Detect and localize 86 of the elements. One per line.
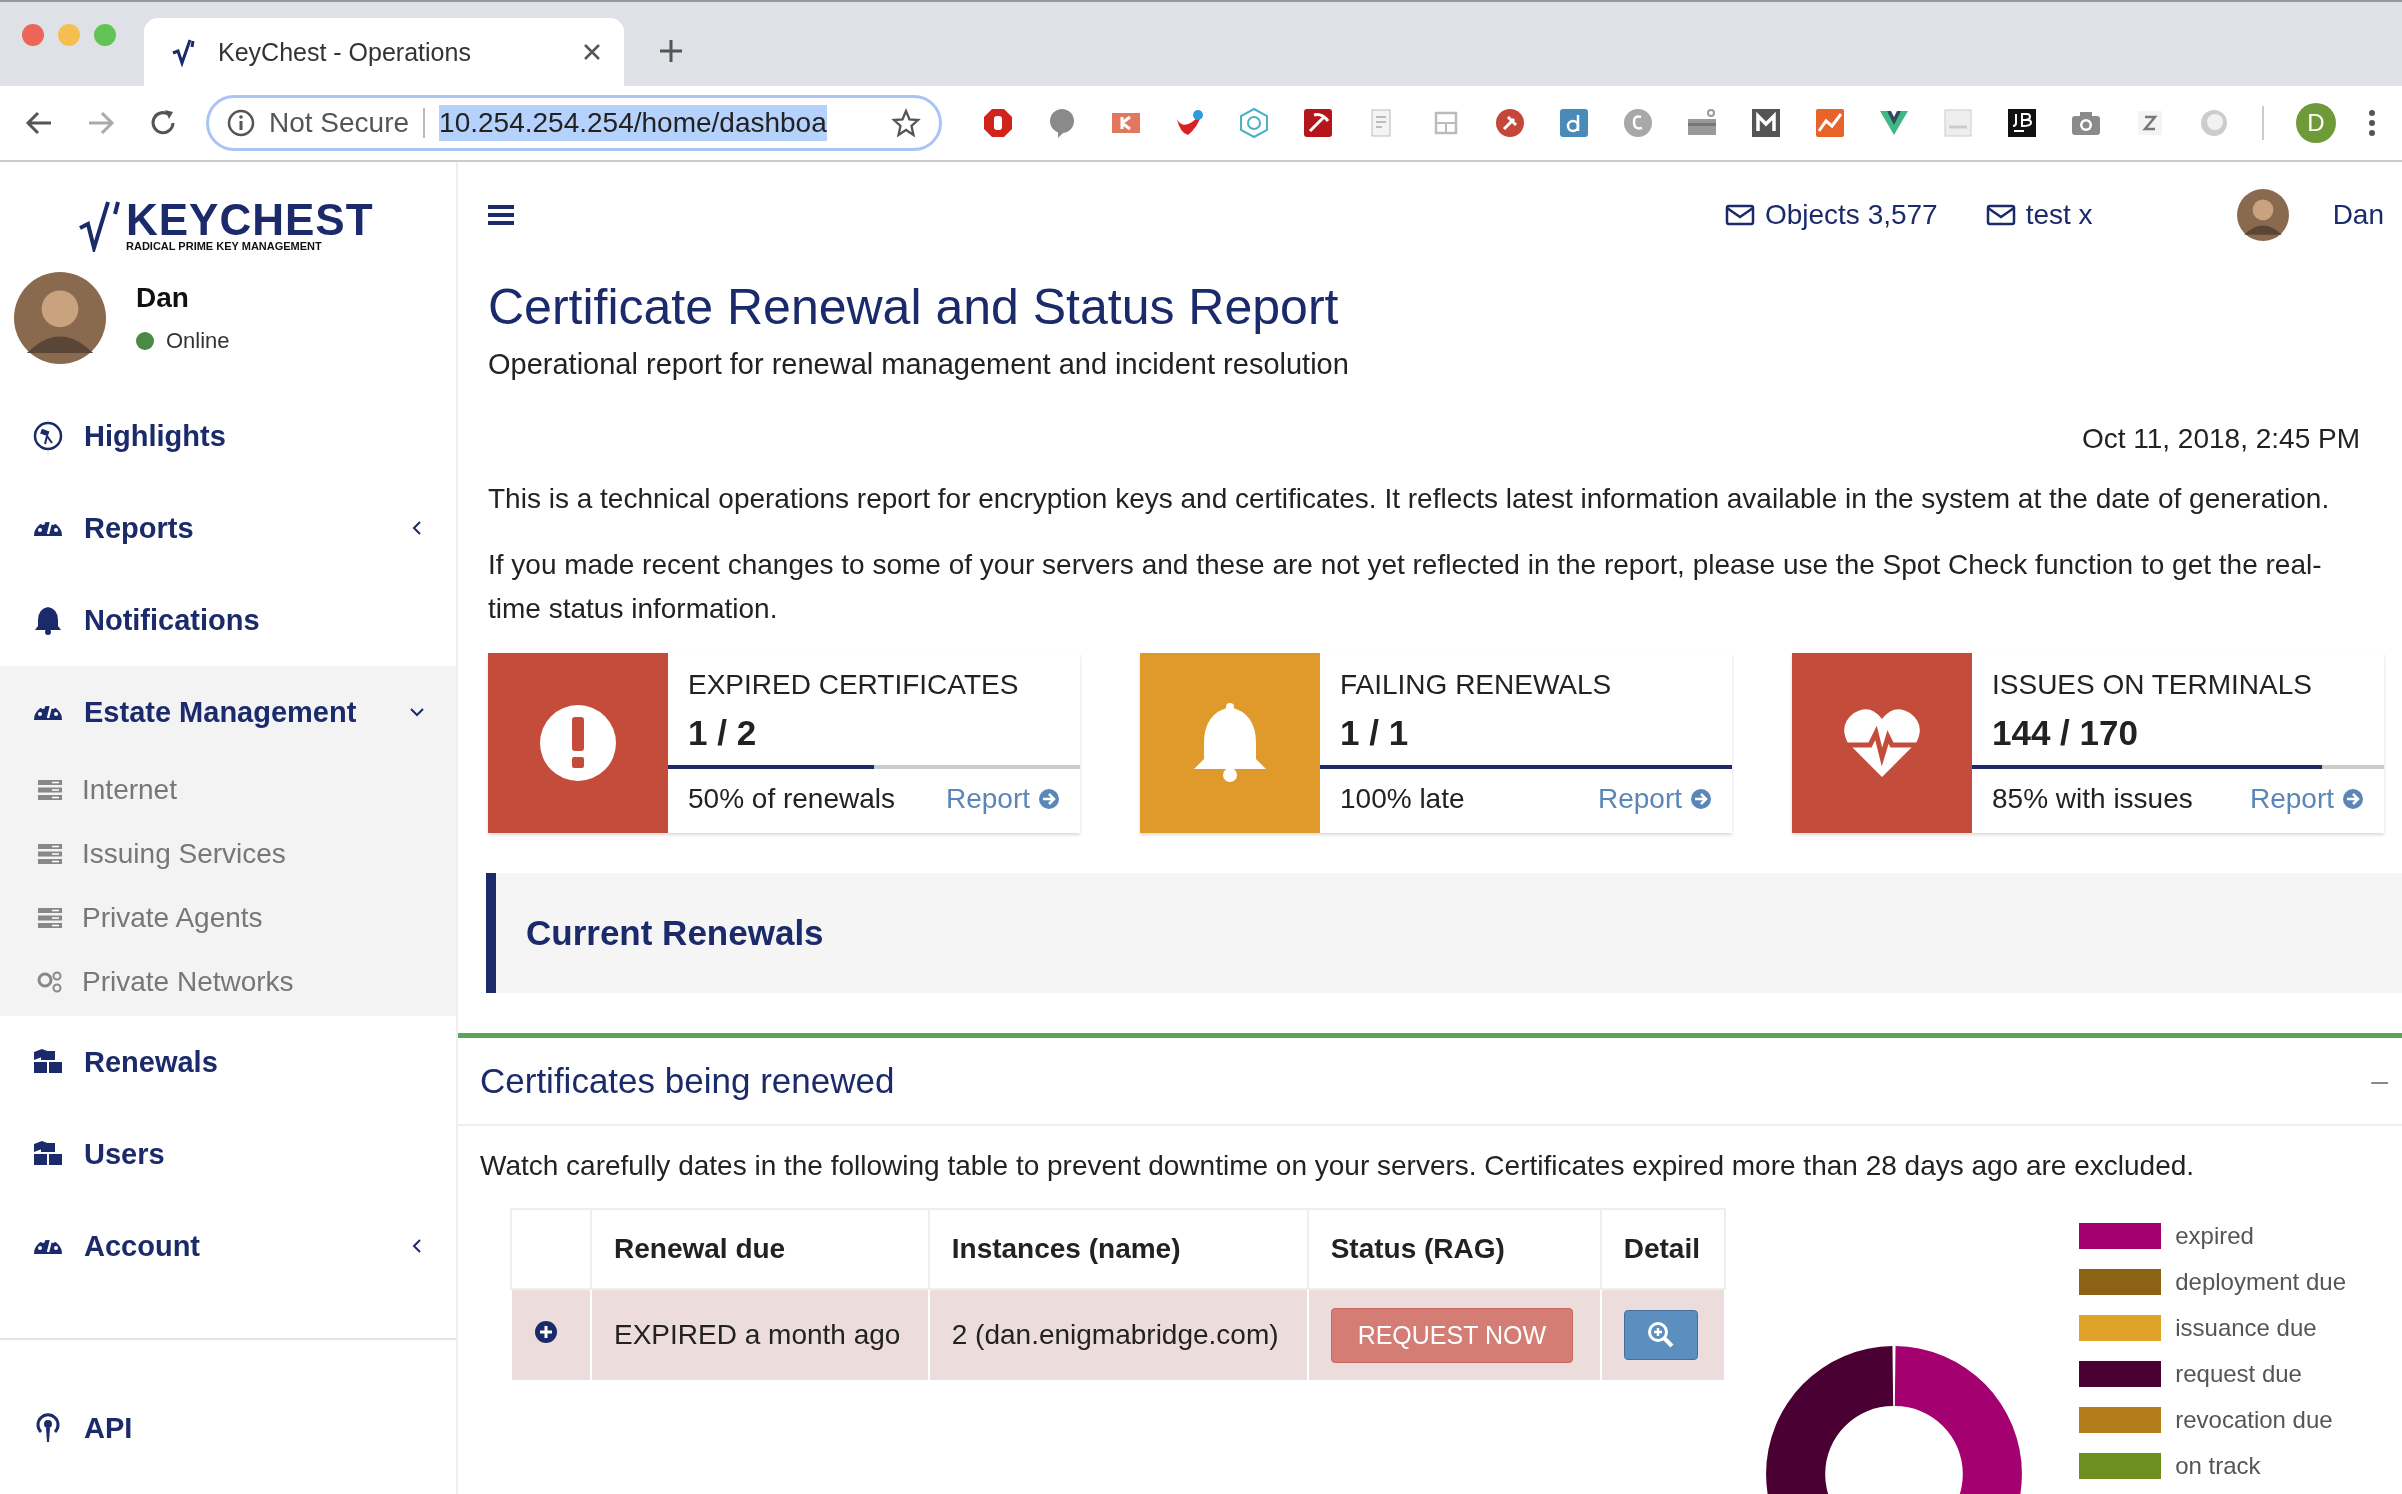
legend-label: expired [2175,1222,2254,1250]
plug-icon[interactable] [1494,107,1526,139]
web-icon[interactable] [1238,107,1270,139]
status-text: Online [166,328,230,354]
table-cell: 2 (dan.enigmabridge.com) [928,1289,1308,1381]
column-header: Renewal due [591,1209,929,1289]
gears-icon [36,970,64,994]
user-name: Dan [136,282,190,314]
close-icon[interactable] [582,42,602,62]
column-header: Instances (name) [928,1209,1308,1289]
card-title: EXPIRED CERTIFICATES [687,668,1020,701]
plus-icon[interactable] [658,38,684,64]
avatar [2236,189,2289,241]
paragraph: If you made recent changes to some of your servers and these are not yet reflected in the report, please use the Spot Check function to get the real-time status information. [488,548,2323,626]
legend-label: deployment due [2175,1268,2346,1296]
report-link[interactable]: Report [945,783,1060,815]
collapse-button[interactable]: – [2371,1064,2388,1098]
envelope-icon [1724,203,1755,227]
card-note: 100% late [1340,783,1465,815]
card-title: FAILING RENEWALS [1339,668,1613,701]
card-title: ISSUES ON TERMINALS [1991,668,2313,701]
status-dot [136,332,154,350]
arrow-circle-icon [2342,788,2364,810]
pickaxe-icon[interactable] [1302,107,1334,139]
chart-icon[interactable] [1814,107,1846,139]
window-control-icon[interactable] [22,24,44,46]
telescope-icon [32,420,64,452]
legend-label: revocation due [2175,1406,2333,1434]
nav-item[interactable]: API [0,1398,456,1458]
expand-icon[interactable] [534,1320,558,1344]
section-title: Current Renewals [526,913,824,953]
nav-item[interactable]: Highlights [0,390,456,482]
legend-label: request due [2175,1360,2302,1388]
card-value: 1 / 1 [1339,712,1410,754]
card-value: 144 / 170 [1991,712,2139,754]
security-label: Not Secure [269,107,410,139]
report-date: Oct 11, 2018, 2:45 PM [2080,422,2361,455]
report-link[interactable]: Report [1597,783,1712,815]
menu-dots-icon[interactable] [2368,109,2376,137]
arrow-circle-icon [1038,788,1060,810]
zoom-in-icon [1646,1321,1675,1349]
exclamation-icon [538,703,618,783]
extension-icon[interactable] [2006,107,2038,139]
page-subtitle: Operational report for renewal management and incident resolution [488,348,1350,381]
menu-icon[interactable] [488,204,514,226]
envelope-icon [1985,203,2016,227]
nav-item[interactable]: Estate Management [0,666,456,758]
submenu-item[interactable]: Internet [0,758,456,822]
server-icon [36,906,64,930]
address-bar[interactable]: Not Secure 10.254.254.254/home/dashboa [206,95,942,151]
arrow-circle-icon [1690,788,1712,810]
card-note: 50% of renewals [688,783,895,815]
panel-title: Certificates being renewed [480,1061,895,1101]
messages-link[interactable]: test x [1985,199,2093,231]
detail-button[interactable] [1623,1310,1698,1360]
submenu-item[interactable]: Issuing Services [0,822,456,886]
nav-item[interactable]: Account [0,1200,456,1292]
browser-tab[interactable]: KeyChest - Operations [144,18,624,86]
paragraph: This is a technical operations report for encryption keys and certificates. It reflects latest information available in the system at the date of generation. [488,482,2331,516]
server-icon [36,842,64,866]
submenu-item[interactable]: Private Networks [0,950,456,1014]
nav-item[interactable]: Notifications [0,574,456,666]
star-icon[interactable] [891,108,921,138]
info-icon [227,109,255,137]
page-title: Certificate Renewal and Status Report [488,278,1340,336]
submenu-item[interactable]: Private Agents [0,886,456,950]
url-text: 10.254.254.254/home/dashboa [439,105,827,141]
stop-hand-icon[interactable] [982,107,1014,139]
tab-title: KeyChest - Operations [218,37,472,67]
logo-tagline: RADICAL PRIME KEY MANAGEMENT [126,240,323,252]
legend-label: issuance due [2175,1314,2317,1342]
legend-label: on track [2175,1452,2261,1480]
report-link[interactable]: Report [2249,783,2364,815]
nav-item[interactable]: Users [0,1108,456,1200]
bell-icon [32,604,64,636]
user-menu[interactable]: Dan [2332,199,2384,231]
nav-item[interactable]: Reports [0,482,456,574]
logo-text: KEYCHEST [126,200,374,240]
nav-item[interactable]: Renewals [0,1016,456,1108]
card-value: 1 / 2 [687,712,758,754]
server-icon [36,778,64,802]
panel-description: Watch carefully dates in the following table to prevent downtime on your servers. Certificates expired more than 28 days ago are excluded. [480,1150,2196,1182]
table-cell: EXPIRED a month ago [591,1289,929,1381]
extension-icon[interactable] [1750,107,1782,139]
objects-link[interactable]: Objects 3,577 [1724,199,1938,231]
card-note: 85% with issues [1992,783,2193,815]
